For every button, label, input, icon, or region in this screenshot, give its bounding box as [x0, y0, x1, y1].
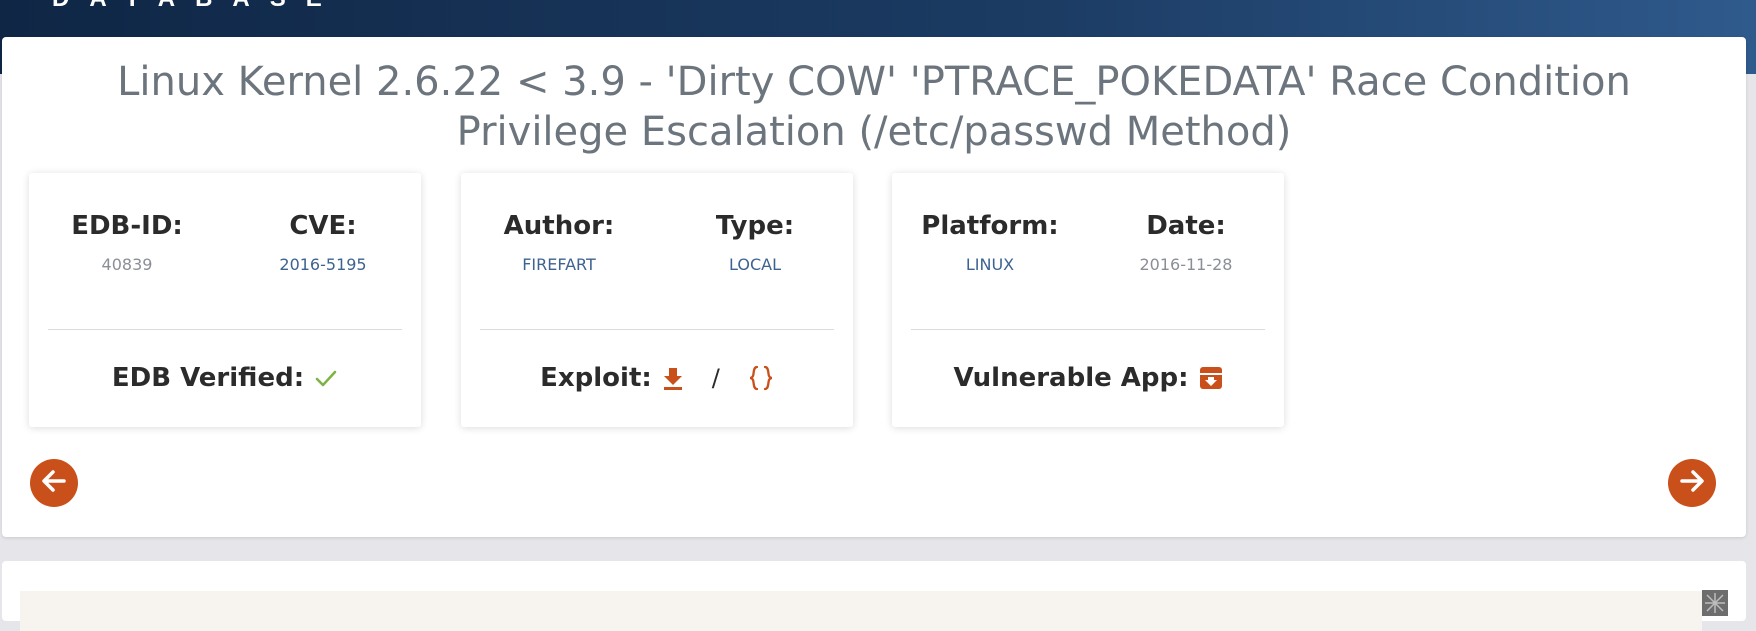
- edb-id-value: 40839: [101, 255, 153, 274]
- page-title: Linux Kernel 2.6.22 < 3.9 - 'Dirty COW' …: [117, 59, 1631, 155]
- exploit-details-panel: Linux Kernel 2.6.22 < 3.9 - 'Dirty COW' …: [2, 37, 1746, 537]
- vulnerable-app-label: Vulnerable App:: [953, 363, 1189, 393]
- verified-row: EDB Verified:: [29, 361, 421, 395]
- cve-block: CVE: 2016-5195: [225, 209, 421, 275]
- next-exploit-button[interactable]: [1668, 459, 1716, 507]
- divider: [48, 329, 402, 330]
- previous-exploit-button[interactable]: [30, 459, 78, 507]
- expand-icon[interactable]: [1702, 590, 1728, 616]
- divider: [911, 329, 1265, 330]
- platform-link[interactable]: LINUX: [892, 255, 1088, 275]
- exploit-label: Exploit:: [540, 363, 652, 393]
- exploit-code-panel: [2, 561, 1746, 631]
- exploit-separator: /: [711, 364, 720, 392]
- type-label: Type:: [715, 211, 795, 241]
- arrow-right-icon: [1677, 466, 1707, 501]
- download-icon[interactable]: [662, 366, 684, 390]
- arrow-left-icon: [39, 466, 69, 501]
- cve-label: CVE:: [289, 211, 357, 241]
- edb-id-label: EDB-ID:: [71, 211, 183, 241]
- site-brand[interactable]: DATABASE: [52, 0, 342, 11]
- author-block: Author: FIREFART: [461, 209, 657, 275]
- platform-block: Platform: LINUX: [892, 209, 1088, 275]
- exploit-row: Exploit: /: [461, 361, 853, 395]
- verified-label: EDB Verified:: [111, 363, 305, 393]
- divider: [480, 329, 834, 330]
- type-block: Type: LOCAL: [657, 209, 853, 275]
- cve-link[interactable]: 2016-5195: [225, 255, 421, 275]
- date-value: 2016-11-28: [1139, 255, 1233, 274]
- author-label: Author:: [503, 211, 615, 241]
- archive-icon[interactable]: [1199, 366, 1223, 390]
- date-label: Date:: [1146, 211, 1226, 241]
- code-block[interactable]: [20, 591, 1702, 631]
- code-braces-icon[interactable]: [748, 365, 774, 391]
- author-info-card: Author: FIREFART Type: LOCAL Exploit: /: [461, 173, 853, 427]
- author-link[interactable]: FIREFART: [461, 255, 657, 275]
- platform-label: Platform:: [921, 211, 1059, 241]
- type-link[interactable]: LOCAL: [657, 255, 853, 275]
- date-block: Date: 2016-11-28: [1088, 209, 1284, 275]
- checkmark-icon: [314, 368, 338, 388]
- vulnerable-app-row: Vulnerable App:: [892, 361, 1284, 395]
- platform-info-card: Platform: LINUX Date: 2016-11-28 Vulnera…: [892, 173, 1284, 427]
- edb-id-block: EDB-ID: 40839: [29, 209, 225, 275]
- id-info-card: EDB-ID: 40839 CVE: 2016-5195 EDB Verifie…: [29, 173, 421, 427]
